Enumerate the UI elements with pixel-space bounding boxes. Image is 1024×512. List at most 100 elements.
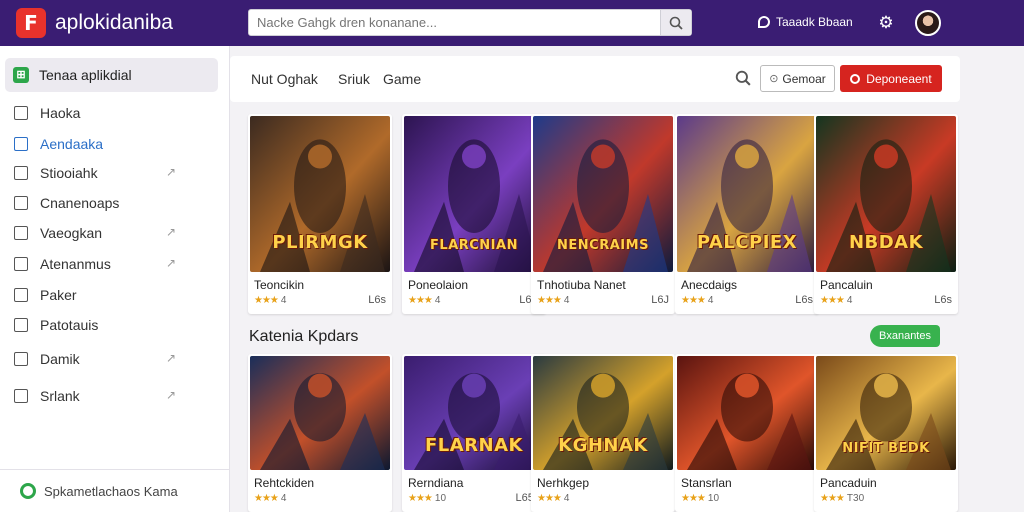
game-cover-art: PALCPIEX: [677, 116, 817, 272]
rating-count: 4: [280, 295, 287, 306]
game-card[interactable]: NIFIT BEDK Pancaduin ★★★ T30: [814, 354, 958, 512]
search-input[interactable]: [249, 10, 661, 35]
game-card[interactable]: Stansrlan ★★★ 10: [675, 354, 819, 512]
app-logo[interactable]: F: [16, 8, 46, 38]
rating-count: 10: [434, 493, 447, 504]
game-card[interactable]: NBDAK Pancaluin ★★★ 4 L6s: [814, 114, 958, 314]
sidebar-item-icon: [14, 106, 28, 120]
star-icons: ★★★: [681, 493, 706, 504]
game-cover-art: NENCRAIMS: [533, 116, 673, 272]
gear-icon: ⚙: [878, 13, 894, 32]
top-bar: F aplokidaniba Taaadk Bbaan ⚙: [0, 0, 1024, 46]
tab-game[interactable]: Game: [383, 71, 421, 87]
game-title: Teoncikin: [254, 278, 305, 292]
game-cover-art: KGHNAK: [533, 356, 673, 470]
sidebar-item-icon: [14, 318, 28, 332]
cover-title-text: NBDAK: [848, 232, 924, 254]
outline-button[interactable]: ⊙ Gemoar: [760, 65, 835, 92]
game-size: L6s: [368, 294, 386, 306]
game-card[interactable]: Rehtckiden ★★★ 4: [248, 354, 392, 512]
rating-count: 4: [846, 295, 853, 306]
user-avatar[interactable]: [915, 10, 941, 36]
sidebar-item-label: Vaeogkan: [40, 225, 103, 241]
sidebar-item[interactable]: Haoka: [14, 102, 184, 124]
search-icon: [669, 16, 683, 30]
sidebar-item[interactable]: Stiooiahk ↗: [14, 162, 184, 184]
cover-title-text: PLIRMGK: [272, 232, 368, 254]
sidebar-item-label: Haoka: [40, 105, 81, 121]
sidebar-item[interactable]: Damik ↗: [14, 348, 184, 370]
game-card[interactable]: NENCRAIMS Tnhotiuba Nanet ★★★ 4 L6J: [531, 114, 675, 314]
sidebar-item[interactable]: Cnanenoaps: [14, 192, 184, 214]
sidebar-item[interactable]: Patotauis: [14, 314, 184, 336]
game-size: L6J: [651, 294, 669, 306]
brand-name[interactable]: aplokidaniba: [55, 11, 173, 35]
game-cover-art: NBDAK: [816, 116, 956, 272]
cover-title-text: NENCRAIMS: [557, 238, 649, 254]
red-button-label: Deponeaent: [866, 71, 932, 86]
rating-count: 4: [563, 493, 570, 504]
game-title: Rerndiana: [408, 476, 464, 490]
star-icons: ★★★: [537, 295, 562, 306]
top-account-link[interactable]: Taaadk Bbaan: [758, 15, 853, 29]
game-card[interactable]: KGHNAK Nerhkgep ★★★ 4: [531, 354, 675, 512]
star-icons: ★★★: [254, 493, 279, 504]
game-cover-art: PLIRMGK: [250, 116, 390, 272]
see-more-button[interactable]: Bxanantes: [870, 325, 940, 347]
sidebar-item-label: Stiooiahk: [40, 165, 98, 181]
sidebar-item-label: Atenanmus: [40, 256, 111, 272]
content-header: Nut Oghak Sriuk Game ⊙ Gemoar Deponeaent: [230, 56, 960, 102]
rating-count: 10: [707, 493, 720, 504]
header-search-icon[interactable]: [735, 70, 751, 86]
sidebar-footer[interactable]: Spkametlachaos Kama: [0, 469, 230, 512]
game-title: Pancaluin: [820, 278, 873, 292]
cover-title-text: KGHNAK: [558, 435, 648, 457]
sidebar-top-item[interactable]: ⊞ Tenaa aplikdial: [5, 58, 218, 92]
star-icons: ★★★: [408, 295, 433, 306]
game-cover-art: [677, 356, 817, 470]
sidebar-item[interactable]: Aendaaka: [14, 133, 184, 155]
game-rating: ★★★ 4: [681, 295, 713, 306]
sidebar-item[interactable]: Paker: [14, 284, 184, 306]
sidebar-item-icon: [14, 352, 28, 366]
rating-count: 4: [563, 295, 570, 306]
game-card[interactable]: PALCPIEX Anecdaigs ★★★ 4 L6s: [675, 114, 819, 314]
tab-nut-oghak[interactable]: Nut Oghak: [251, 71, 318, 87]
sidebar-item-label: Patotauis: [40, 317, 99, 333]
game-card[interactable]: PLIRMGK Teoncikin ★★★ 4 L6s: [248, 114, 392, 314]
rating-count: 4: [707, 295, 714, 306]
game-title: Pancaduin: [820, 476, 877, 490]
sidebar-item-label: Damik: [40, 351, 80, 367]
settings-button[interactable]: ⚙: [876, 13, 896, 33]
search-button[interactable]: [660, 10, 691, 35]
game-card[interactable]: FLARNAK Rerndiana ★★★ 10 L65a: [402, 354, 546, 512]
sidebar-footer-label: Spkametlachaos Kama: [44, 483, 178, 499]
circle-icon: [850, 73, 861, 84]
expand-arrow-icon: ↗: [165, 388, 176, 402]
section-title: Katenia Kpdars: [249, 328, 359, 345]
sidebar-item[interactable]: Srlank ↗: [14, 385, 184, 407]
sidebar-item[interactable]: Vaeogkan ↗: [14, 222, 184, 244]
tab-sriuk[interactable]: Sriuk: [338, 71, 370, 87]
game-card[interactable]: FLARCNIAN Poneolaion ★★★ 4 L6G: [402, 114, 546, 314]
game-title: Anecdaigs: [681, 278, 738, 292]
sidebar-item[interactable]: Atenanmus ↗: [14, 253, 184, 275]
expand-arrow-icon: ↗: [165, 351, 176, 365]
cover-title-text: FLARCNIAN: [430, 238, 518, 254]
game-rating: ★★★ 10: [681, 493, 719, 504]
rating-count: 4: [434, 295, 441, 306]
primary-red-button[interactable]: Deponeaent: [840, 65, 942, 92]
outline-button-label: Gemoar: [782, 71, 826, 86]
game-size: L6s: [934, 294, 952, 306]
sidebar-item-label: Paker: [40, 287, 77, 303]
rating-count: T30: [846, 493, 865, 504]
game-rating: ★★★ T30: [820, 493, 864, 504]
sidebar-item-icon: [14, 226, 28, 240]
expand-arrow-icon: ↗: [165, 225, 176, 239]
rating-count: 4: [280, 493, 287, 504]
star-icons: ★★★: [408, 493, 433, 504]
sidebar-item-icon: [14, 288, 28, 302]
sidebar-item-label: Srlank: [40, 388, 80, 404]
search-bar: [248, 9, 692, 36]
sidebar-item-icon: [14, 196, 28, 210]
